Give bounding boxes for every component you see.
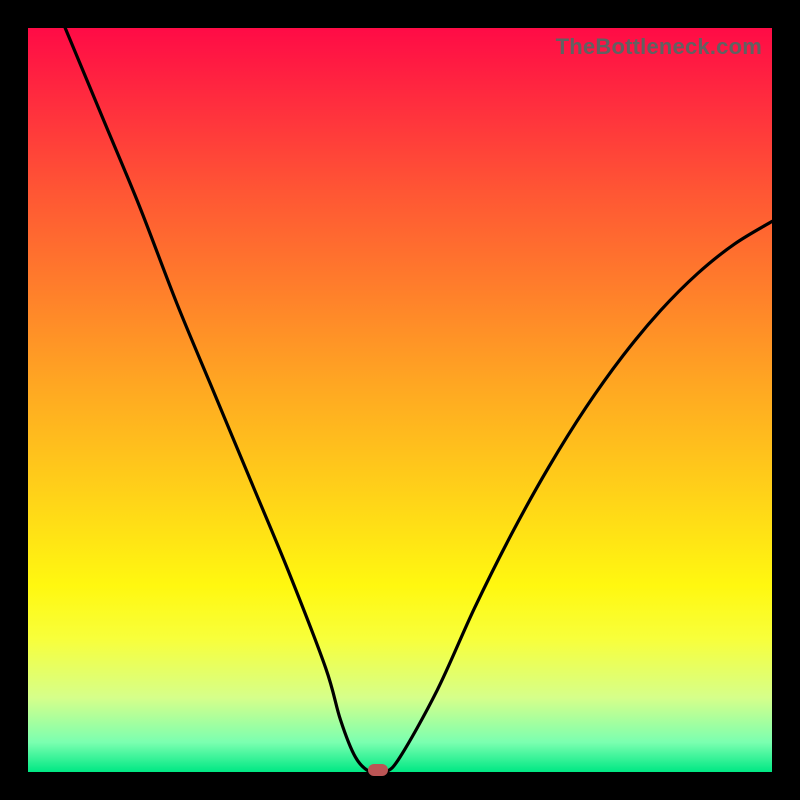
chart-frame: TheBottleneck.com [0, 0, 800, 800]
optimal-point-marker [368, 764, 388, 776]
bottleneck-curve [28, 28, 772, 772]
plot-area: TheBottleneck.com [28, 28, 772, 772]
